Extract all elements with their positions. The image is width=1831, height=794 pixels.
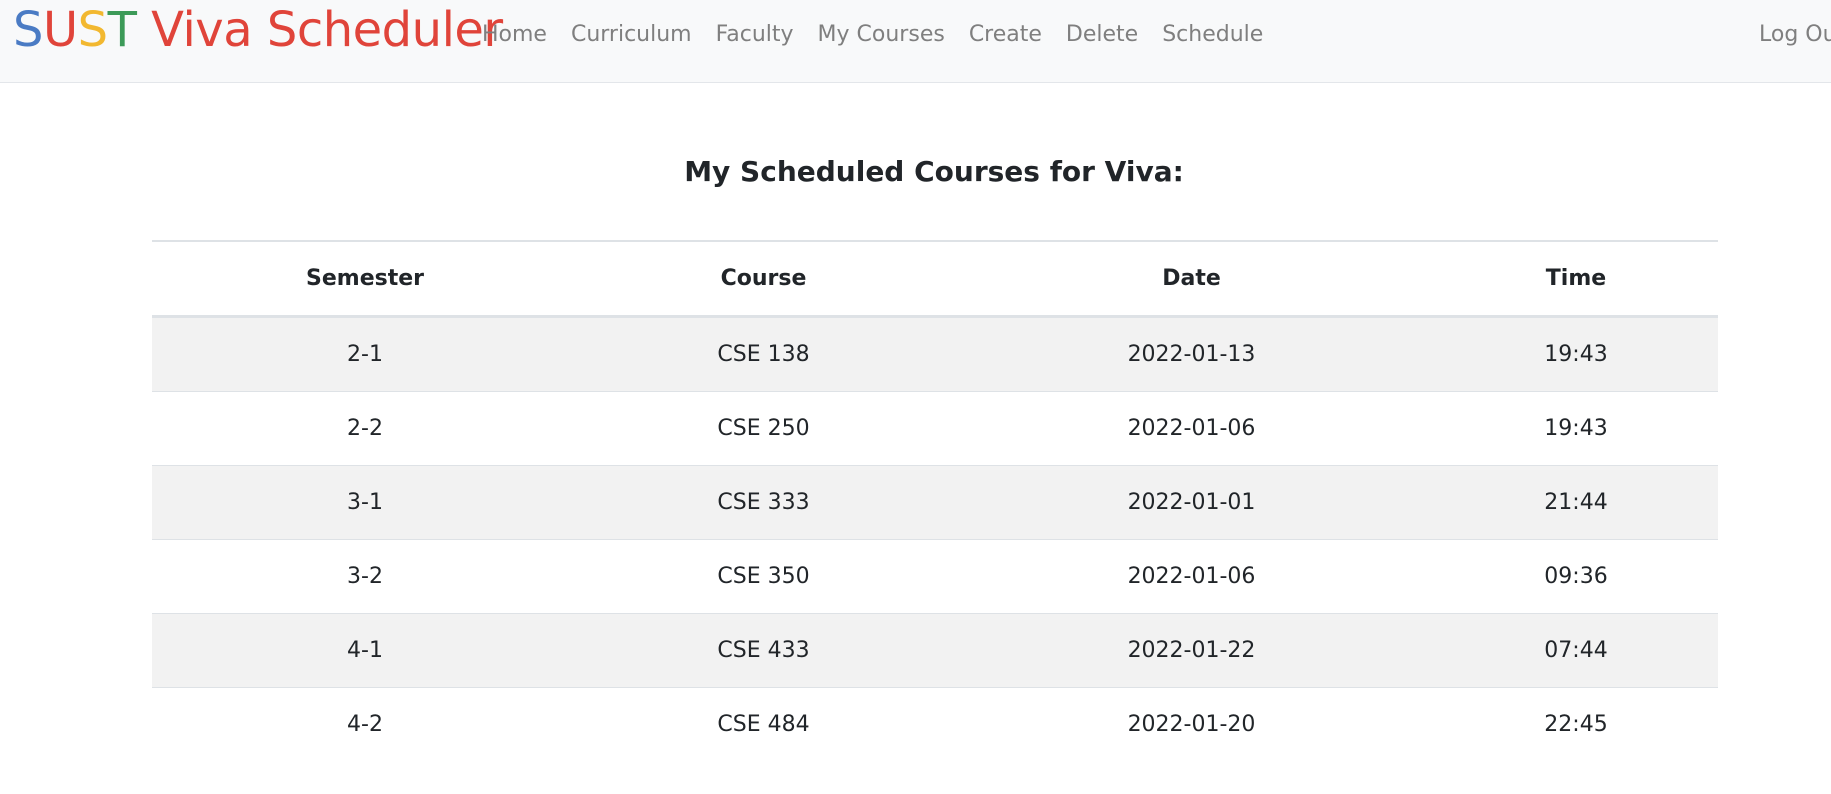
logout-link[interactable]: Log Out <box>1759 18 1831 52</box>
brand-letter-s2: S <box>77 2 108 58</box>
nav-link-curriculum[interactable]: Curriculum <box>571 18 692 52</box>
cell-course: CSE 250 <box>578 391 949 466</box>
cell-course: CSE 350 <box>578 539 949 614</box>
cell-course: CSE 433 <box>578 613 949 688</box>
brand-letter-u: U <box>42 2 78 58</box>
page-title: My Scheduled Courses for Viva: <box>684 155 1184 188</box>
cell-date: 2022-01-20 <box>949 687 1434 761</box>
cell-semester: 2-2 <box>152 391 578 466</box>
cell-semester: 2-1 <box>152 316 578 392</box>
nav-link-delete[interactable]: Delete <box>1066 18 1138 52</box>
column-header-time: Time <box>1434 240 1718 318</box>
cell-time: 22:45 <box>1434 687 1718 761</box>
table-header-row: Semester Course Date Time <box>152 240 1718 318</box>
cell-course: CSE 138 <box>578 316 949 392</box>
table-row: 3-1 CSE 333 2022-01-01 21:44 <box>152 465 1718 540</box>
cell-time: 21:44 <box>1434 465 1718 540</box>
nav-link-my-courses[interactable]: My Courses <box>818 18 945 52</box>
nav-link-faculty[interactable]: Faculty <box>716 18 794 52</box>
brand-letter-t: T <box>107 2 137 58</box>
nav-links: Home Curriculum Faculty My Courses Creat… <box>482 18 1287 52</box>
table-row: 3-2 CSE 350 2022-01-06 09:36 <box>152 539 1718 614</box>
cell-time: 09:36 <box>1434 539 1718 614</box>
cell-semester: 4-1 <box>152 613 578 688</box>
cell-semester: 3-2 <box>152 539 578 614</box>
cell-date: 2022-01-06 <box>949 391 1434 466</box>
nav-link-home[interactable]: Home <box>482 18 547 52</box>
brand-letter-s: S <box>13 2 43 58</box>
cell-time: 19:43 <box>1434 316 1718 392</box>
cell-course: CSE 333 <box>578 465 949 540</box>
column-header-semester: Semester <box>152 240 578 318</box>
column-header-date: Date <box>949 240 1434 318</box>
cell-date: 2022-01-22 <box>949 613 1434 688</box>
table-row: 2-2 CSE 250 2022-01-06 19:43 <box>152 391 1718 466</box>
cell-semester: 3-1 <box>152 465 578 540</box>
brand-logo-link[interactable]: SUST Viva Scheduler <box>13 0 503 60</box>
cell-time: 19:43 <box>1434 391 1718 466</box>
table-row: 4-2 CSE 484 2022-01-20 22:45 <box>152 687 1718 761</box>
cell-date: 2022-01-06 <box>949 539 1434 614</box>
brand-title-text: Viva Scheduler <box>136 2 503 58</box>
nav-link-schedule[interactable]: Schedule <box>1162 18 1263 52</box>
cell-time: 07:44 <box>1434 613 1718 688</box>
cell-date: 2022-01-01 <box>949 465 1434 540</box>
cell-semester: 4-2 <box>152 687 578 761</box>
nav-link-create[interactable]: Create <box>969 18 1042 52</box>
column-header-course: Course <box>578 240 949 318</box>
top-navbar: SUST Viva Scheduler Home Curriculum Facu… <box>0 0 1831 83</box>
cell-date: 2022-01-13 <box>949 316 1434 392</box>
scheduled-courses-table: Semester Course Date Time 2-1 CSE 138 20… <box>152 240 1718 761</box>
table-row: 4-1 CSE 433 2022-01-22 07:44 <box>152 613 1718 688</box>
table-row: 2-1 CSE 138 2022-01-13 19:43 <box>152 316 1718 392</box>
cell-course: CSE 484 <box>578 687 949 761</box>
